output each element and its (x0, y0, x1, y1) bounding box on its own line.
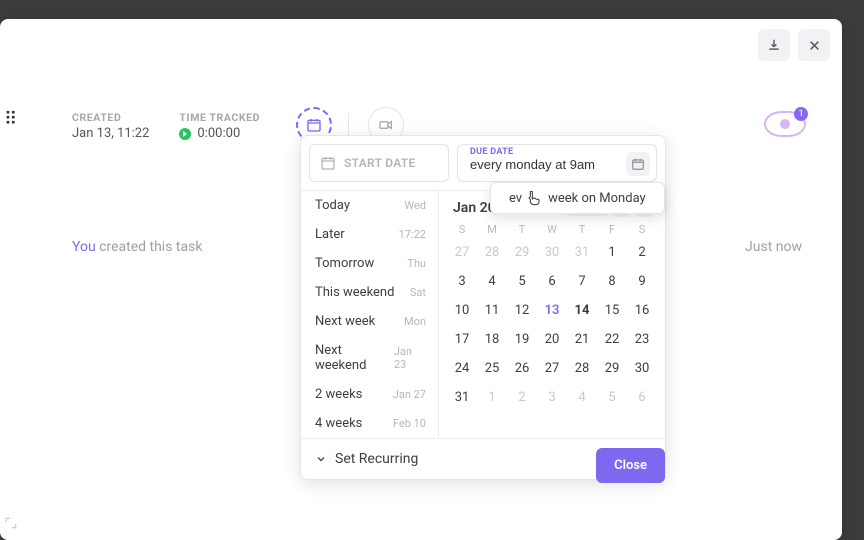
calendar-day[interactable]: 19 (507, 325, 537, 354)
dow-cell: S (447, 223, 477, 236)
dow-cell: W (537, 223, 567, 236)
watchers-eye[interactable]: 1 (764, 111, 806, 137)
due-date-input[interactable] (470, 157, 648, 172)
calendar-day[interactable]: 29 (597, 354, 627, 383)
fullscreen-icon[interactable] (4, 516, 18, 530)
suggestion-rest: week on Monday (548, 191, 646, 206)
created-block: CREATED Jan 13, 11:22 (72, 111, 149, 141)
dow-cell: T (507, 223, 537, 236)
due-date-cell[interactable]: DUE DATE (457, 144, 657, 182)
calendar-day[interactable]: 30 (627, 354, 657, 383)
preset-item[interactable]: Later17:22 (301, 220, 438, 249)
icon-separator (348, 113, 349, 137)
close-button[interactable] (798, 29, 830, 61)
calendar-day[interactable]: 4 (567, 383, 597, 412)
set-recurring-label: Set Recurring (335, 451, 418, 467)
calendar-icon[interactable] (626, 152, 650, 176)
dow-cell: M (477, 223, 507, 236)
drag-handle-icon[interactable]: ⠿ (4, 109, 15, 130)
created-value: Jan 13, 11:22 (72, 126, 149, 141)
calendar-day[interactable]: 11 (477, 296, 507, 325)
created-label: CREATED (72, 111, 149, 124)
calendar-day[interactable]: 13 (537, 296, 567, 325)
days-grid: 2728293031123456789101112131415161718192… (447, 238, 657, 412)
topbar (758, 29, 830, 61)
calendar-day[interactable]: 29 (507, 238, 537, 267)
meta-row: CREATED Jan 13, 11:22 TIME TRACKED 0:00:… (72, 111, 260, 141)
nlp-suggestion[interactable]: ev week on Monday (490, 182, 665, 214)
start-date-label: START DATE (344, 156, 416, 170)
calendar-day[interactable]: 5 (507, 267, 537, 296)
calendar-day[interactable]: 31 (567, 238, 597, 267)
time-tracked-block: TIME TRACKED 0:00:00 (179, 111, 260, 141)
calendar-day[interactable]: 18 (477, 325, 507, 354)
play-icon[interactable] (179, 128, 191, 140)
start-date-button[interactable]: START DATE (309, 144, 449, 182)
calendar: Jan 2021 TODAY ‹ › SMTWTFS 2728293031123… (439, 191, 665, 438)
calendar-day[interactable]: 17 (447, 325, 477, 354)
dow-cell: S (627, 223, 657, 236)
calendar-day[interactable]: 15 (597, 296, 627, 325)
calendar-day[interactable]: 31 (447, 383, 477, 412)
calendar-day[interactable]: 14 (567, 296, 597, 325)
calendar-day[interactable]: 3 (447, 267, 477, 296)
calendar-day[interactable]: 30 (537, 238, 567, 267)
preset-item[interactable]: 2 weeksJan 27 (301, 380, 438, 409)
due-date-label: DUE DATE (470, 147, 513, 157)
calendar-day[interactable]: 6 (627, 383, 657, 412)
calendar-day[interactable]: 5 (597, 383, 627, 412)
calendar-day[interactable]: 24 (447, 354, 477, 383)
calendar-day[interactable]: 1 (477, 383, 507, 412)
calendar-day[interactable]: 2 (507, 383, 537, 412)
pointer-cursor-icon (526, 189, 544, 207)
calendar-day[interactable]: 7 (567, 267, 597, 296)
preset-item[interactable]: 4 weeksFeb 10 (301, 409, 438, 438)
calendar-day[interactable]: 23 (627, 325, 657, 354)
dow-cell: T (567, 223, 597, 236)
calendar-day[interactable]: 22 (597, 325, 627, 354)
preset-item[interactable]: This weekendSat (301, 278, 438, 307)
calendar-day[interactable]: 12 (507, 296, 537, 325)
calendar-day[interactable]: 26 (507, 354, 537, 383)
tracked-value: 0:00:00 (197, 126, 240, 141)
dow-row: SMTWTFS (447, 223, 657, 236)
activity-you: You (72, 239, 96, 255)
preset-item[interactable]: TomorrowThu (301, 249, 438, 278)
calendar-day[interactable]: 4 (477, 267, 507, 296)
calendar-day[interactable]: 28 (567, 354, 597, 383)
activity-text: created this task (96, 239, 203, 255)
preset-item[interactable]: Next weekMon (301, 307, 438, 336)
download-button[interactable] (758, 29, 790, 61)
calendar-day[interactable]: 1 (597, 238, 627, 267)
dow-cell: F (597, 223, 627, 236)
close-picker-button[interactable]: Close (596, 448, 665, 483)
calendar-day[interactable]: 8 (597, 267, 627, 296)
calendar-day[interactable]: 28 (477, 238, 507, 267)
tracked-label: TIME TRACKED (179, 111, 260, 124)
preset-item[interactable]: Next weekendJan 23 (301, 336, 438, 380)
eye-pupil-icon (780, 119, 790, 129)
watchers-count: 1 (794, 107, 808, 121)
suggestion-prefix: ev (509, 191, 522, 206)
calendar-day[interactable]: 6 (537, 267, 567, 296)
calendar-day[interactable]: 9 (627, 267, 657, 296)
presets-column: TodayWedLater17:22TomorrowThuThis weeken… (301, 191, 439, 438)
calendar-day[interactable]: 21 (567, 325, 597, 354)
calendar-day[interactable]: 27 (447, 238, 477, 267)
calendar-day[interactable]: 10 (447, 296, 477, 325)
calendar-day[interactable]: 2 (627, 238, 657, 267)
calendar-day[interactable]: 27 (537, 354, 567, 383)
activity-time: Just now (745, 239, 802, 255)
calendar-day[interactable]: 16 (627, 296, 657, 325)
calendar-day[interactable]: 20 (537, 325, 567, 354)
preset-item[interactable]: TodayWed (301, 191, 438, 220)
calendar-day[interactable]: 3 (537, 383, 567, 412)
calendar-day[interactable]: 25 (477, 354, 507, 383)
